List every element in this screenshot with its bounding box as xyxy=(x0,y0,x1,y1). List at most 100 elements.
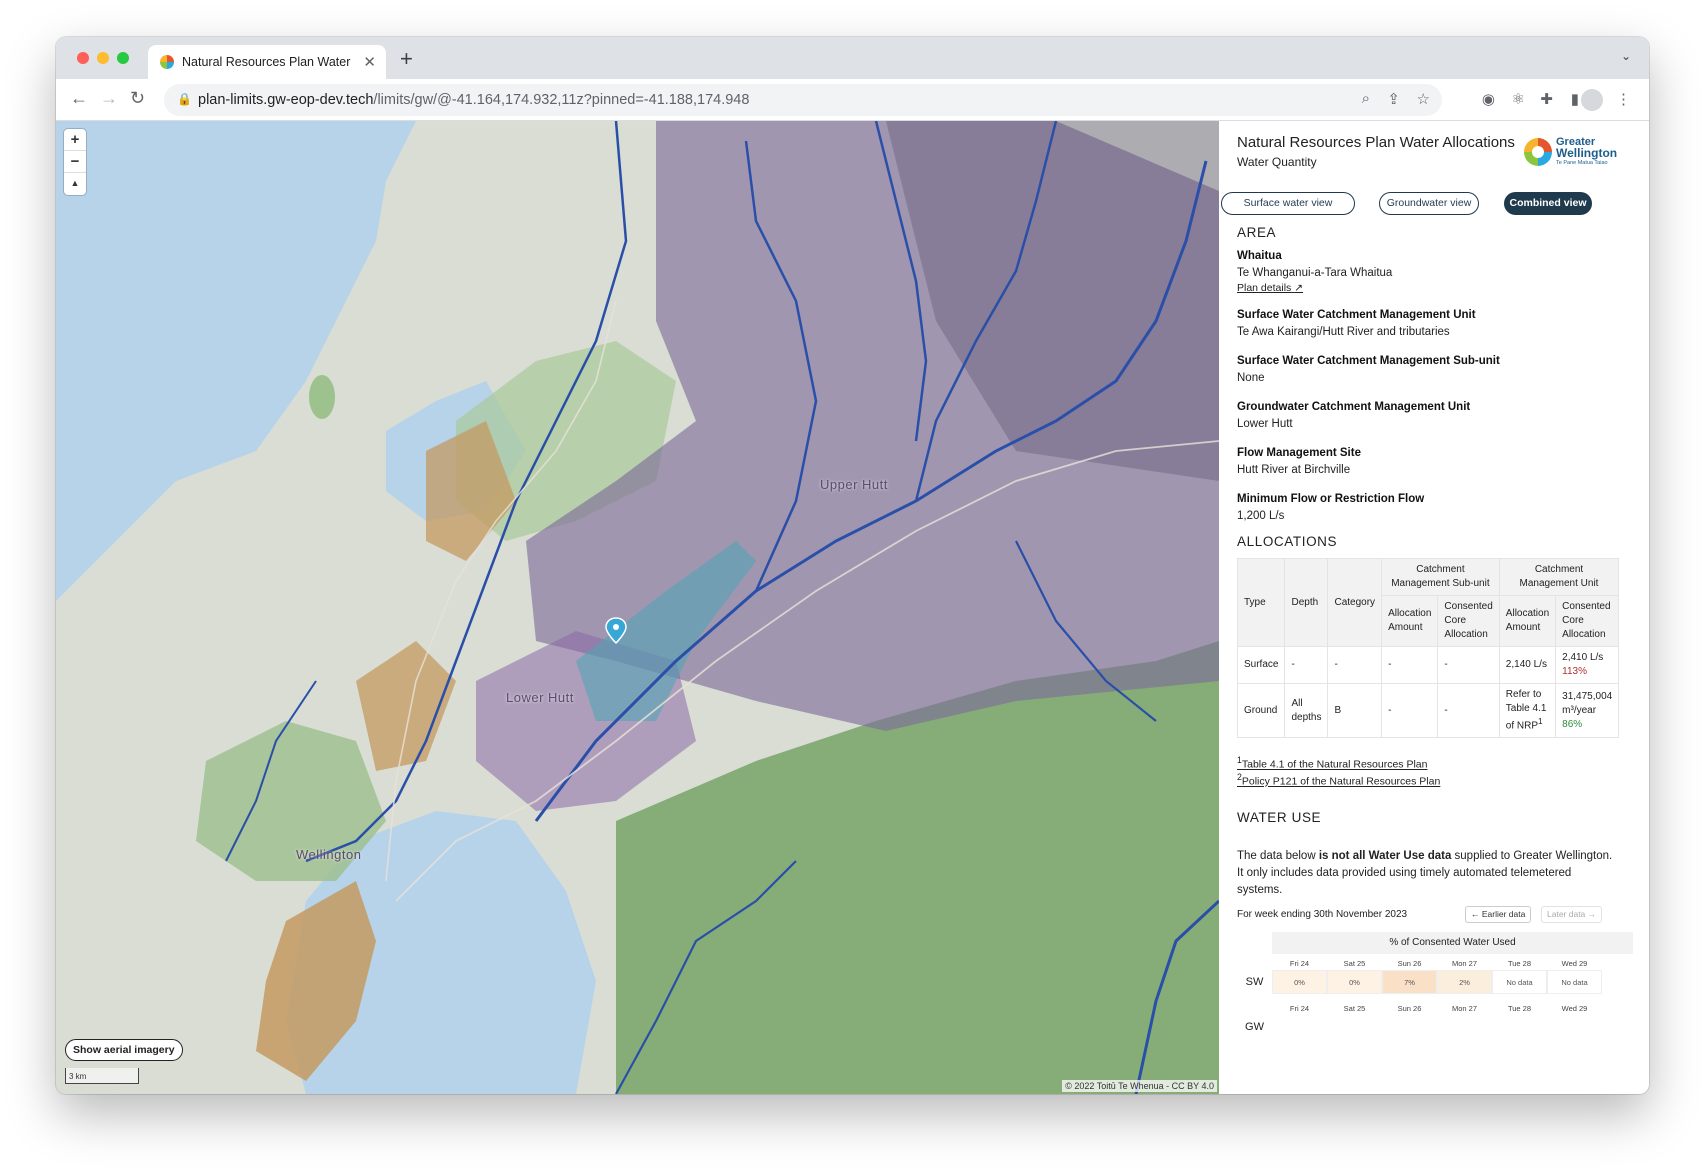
logo-line2: Wellington xyxy=(1556,146,1618,160)
water-use-paragraph: The data below is not all Water Use data… xyxy=(1237,850,1613,896)
browser-window: Natural Resources Plan Water / ✕ + ⌄ ← →… xyxy=(56,37,1649,1094)
combined-view-button[interactable]: Combined view xyxy=(1504,192,1592,215)
cell-unit-consented: 31,475,004 m³/year 86% xyxy=(1555,682,1620,739)
profile-avatar[interactable] xyxy=(1581,89,1603,111)
gw-day: Fri 24 xyxy=(1289,1004,1310,1013)
field-value-sw-subunit: None xyxy=(1237,372,1265,384)
share-icon[interactable]: ⇪ xyxy=(1387,90,1400,108)
panel-subtitle: Water Quantity xyxy=(1237,155,1317,169)
external-link-icon: ↗ xyxy=(1294,282,1304,294)
field-value-whaitua: Te Whanganui-a-Tara Whaitua xyxy=(1237,267,1393,279)
compass-icon[interactable]: ▲ xyxy=(64,173,86,195)
sw-cell: No data xyxy=(1547,970,1602,994)
th-depth: Depth xyxy=(1284,558,1329,647)
new-tab-icon[interactable]: + xyxy=(400,46,413,72)
th-sub-alloc: Allocation Amount xyxy=(1381,595,1439,647)
cell-unit-consented: 2,410 L/s 113% xyxy=(1555,646,1620,684)
earlier-data-button[interactable]: ← Earlier data xyxy=(1465,906,1532,923)
field-label-gw-cmu: Groundwater Catchment Management Unit xyxy=(1237,401,1471,413)
footnote-1-link[interactable]: 1Table 4.1 of the Natural Resources Plan xyxy=(1237,755,1427,771)
water-use-grid: % of Consented Water Used SW GW Fri 24 S… xyxy=(1237,932,1633,1094)
tab-title: Natural Resources Plan Water / xyxy=(182,55,352,69)
map-view[interactable]: Upper Hutt Lower Hutt Wellington + − ▲ S… xyxy=(56,121,1219,1094)
field-label-flow-site: Flow Management Site xyxy=(1237,447,1361,459)
th-unit-alloc: Allocation Amount xyxy=(1498,595,1557,647)
field-value-sw-cmu: Te Awa Kairangi/Hutt River and tributari… xyxy=(1237,326,1450,338)
browser-toolbar: ← → ↻ 🔒 plan-limits.gw-eop-dev.tech/limi… xyxy=(56,79,1649,121)
map-label-upper-hutt: Upper Hutt xyxy=(820,477,888,492)
sw-cell: 0% xyxy=(1327,970,1382,994)
extensions-puzzle-icon[interactable]: ✚ xyxy=(1540,90,1553,108)
cell-unit-alloc: 2,140 L/s xyxy=(1498,646,1557,684)
bookmark-star-icon[interactable]: ☆ xyxy=(1417,90,1430,108)
back-icon[interactable]: ← xyxy=(70,88,88,109)
zoom-icon[interactable]: ⌕ xyxy=(1362,90,1370,107)
close-tab-icon[interactable]: ✕ xyxy=(363,53,376,71)
groundwater-view-button[interactable]: Groundwater view xyxy=(1379,192,1479,215)
sw-day: Sat 25 xyxy=(1343,959,1366,968)
logo-mark-icon xyxy=(1524,138,1552,166)
gw-day: Tue 28 xyxy=(1507,1004,1532,1013)
tab-search-chevron-icon[interactable]: ⌄ xyxy=(1621,49,1631,63)
surface-water-view-button[interactable]: Surface water view xyxy=(1221,192,1355,215)
pct-badge: 113% xyxy=(1562,666,1587,677)
allocations-heading: ALLOCATIONS xyxy=(1237,534,1338,549)
cell-unit-alloc: Refer to Table 4.1 of NRP1 xyxy=(1498,682,1557,739)
address-bar[interactable]: 🔒 plan-limits.gw-eop-dev.tech/limits/gw/… xyxy=(164,84,1442,116)
field-value-flow-site: Hutt River at Birchville xyxy=(1237,464,1351,476)
sw-row-label: SW xyxy=(1245,976,1264,988)
area-heading: AREA xyxy=(1237,225,1277,240)
sw-day: Tue 28 xyxy=(1507,959,1532,968)
browser-tab[interactable]: Natural Resources Plan Water / ✕ xyxy=(148,45,386,79)
field-value-gw-cmu: Lower Hutt xyxy=(1237,418,1293,430)
gw-day: Sun 26 xyxy=(1397,1004,1422,1013)
location-pin-dot xyxy=(613,624,619,630)
minimize-window-button[interactable] xyxy=(97,52,109,64)
map-label-lower-hutt: Lower Hutt xyxy=(506,690,574,705)
cell-depth: - xyxy=(1284,646,1329,684)
sw-cell: No data xyxy=(1492,970,1547,994)
sw-cell: 0% xyxy=(1272,970,1327,994)
zoom-out-button[interactable]: − xyxy=(64,151,86,173)
water-use-heading: WATER USE xyxy=(1237,810,1322,825)
side-panel-icon[interactable]: ▮ xyxy=(1571,90,1579,108)
tab-strip: Natural Resources Plan Water / ✕ + ⌄ xyxy=(56,37,1649,79)
sw-day: Fri 24 xyxy=(1289,959,1310,968)
map-label-wellington: Wellington xyxy=(296,847,362,862)
week-label: For week ending 30th November 2023 xyxy=(1237,909,1408,920)
react-devtools-icon[interactable]: ⚛ xyxy=(1512,90,1525,108)
reload-icon[interactable]: ↻ xyxy=(130,88,145,109)
zoom-in-button[interactable]: + xyxy=(64,129,86,151)
later-data-button[interactable]: Later data → xyxy=(1541,906,1603,923)
footnote-2-link[interactable]: 2Policy P121 of the Natural Resources Pl… xyxy=(1237,772,1440,788)
zoom-controls: + − ▲ xyxy=(64,129,86,195)
gw-day: Wed 29 xyxy=(1561,1004,1588,1013)
show-aerial-imagery-button[interactable]: Show aerial imagery xyxy=(65,1039,183,1061)
url-text[interactable]: plan-limits.gw-eop-dev.tech/limits/gw/@-… xyxy=(198,92,749,108)
th-category: Category xyxy=(1327,558,1383,647)
th-type: Type xyxy=(1236,558,1286,647)
map-canvas xyxy=(56,121,1219,1094)
sw-day: Mon 27 xyxy=(1451,959,1478,968)
map-attribution: © 2022 Toitū Te Whenua - CC BY 4.0 xyxy=(1062,1080,1217,1092)
usage-header: % of Consented Water Used xyxy=(1272,932,1633,954)
maximize-window-button[interactable] xyxy=(117,52,129,64)
field-label-whaitua: Whaitua xyxy=(1237,250,1282,262)
cell-sub-consented: - xyxy=(1437,646,1500,684)
forward-icon[interactable]: → xyxy=(100,88,118,109)
th-unit: Catchment Management Unit xyxy=(1498,558,1620,596)
field-label-sw-cmu: Surface Water Catchment Management Unit xyxy=(1237,309,1476,321)
plan-details-link[interactable]: Plan details ↗ xyxy=(1237,282,1303,294)
gw-day: Sat 25 xyxy=(1343,1004,1366,1013)
close-window-button[interactable] xyxy=(77,52,89,64)
page-content: Upper Hutt Lower Hutt Wellington + − ▲ S… xyxy=(56,121,1649,1094)
sw-day: Wed 29 xyxy=(1561,959,1588,968)
extension-1-icon[interactable]: ◉ xyxy=(1482,90,1495,108)
panel-title: Natural Resources Plan Water Allocations xyxy=(1237,134,1515,151)
allocations-table: Type Depth Category Catchment Management… xyxy=(1236,558,1620,739)
menu-kebab-icon[interactable]: ⋮ xyxy=(1616,90,1631,108)
gw-day: Mon 27 xyxy=(1451,1004,1478,1013)
table-row: Surface - - - - 2,140 L/s 2,410 L/s 113% xyxy=(1236,646,1620,684)
th-unit-consented: Consented Core Allocation xyxy=(1555,595,1620,647)
th-sub-consented: Consented Core Allocation xyxy=(1437,595,1500,647)
